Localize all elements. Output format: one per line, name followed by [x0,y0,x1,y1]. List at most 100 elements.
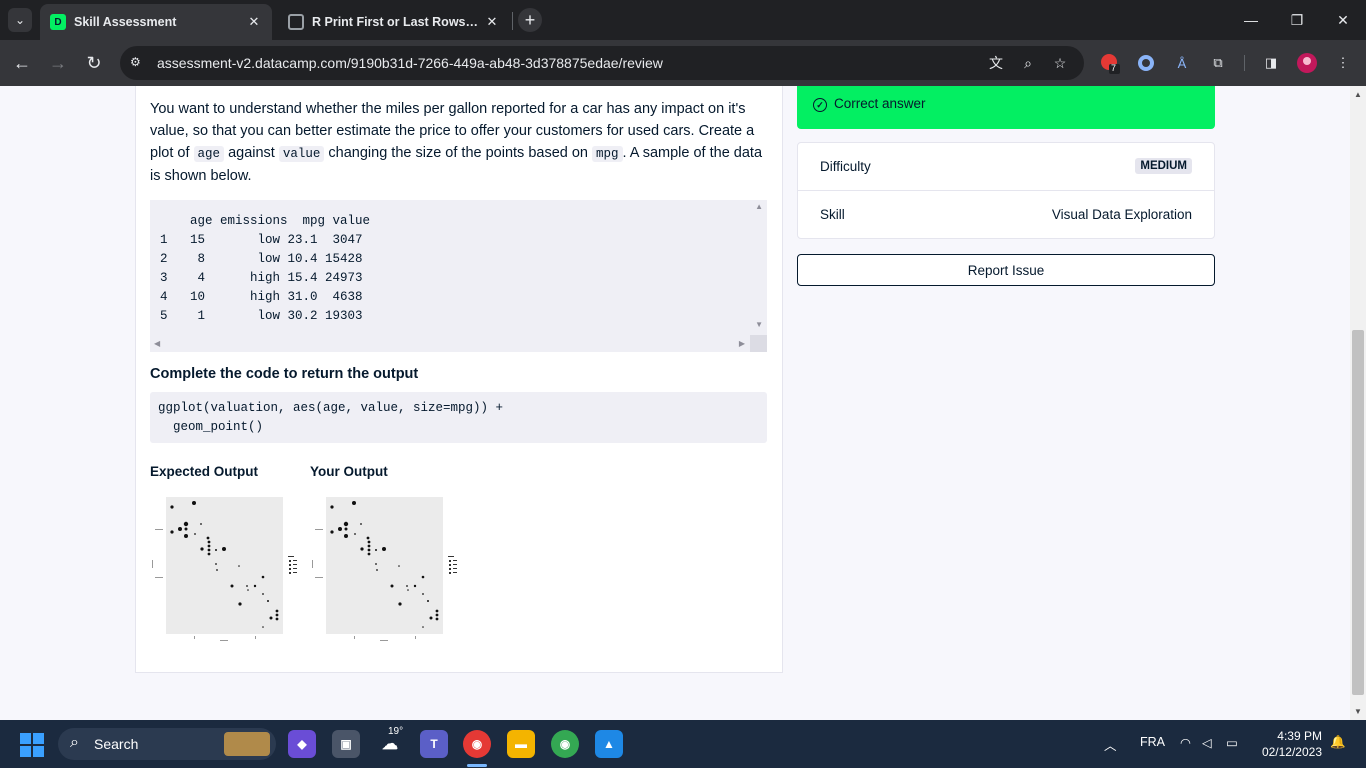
battery-icon[interactable]: ▭ [1226,735,1238,750]
code-value: value [278,146,325,162]
skill-row: Skill Visual Data Exploration [798,191,1214,239]
photos-app-icon[interactable]: ▲ [595,730,623,758]
code-mpg: mpg [592,146,623,162]
table-row: 2 8 low 10.4 15428 [160,252,363,266]
windows-taskbar: ⌕ Search ◆ ▣ ☁ 19° T ◉ ▬ ◉ ▲ ︿ FRA ◠ ◁ ▭… [0,720,1366,768]
browser-toolbar: ← → ↻ ⚙ assessment-v2.datacamp.com/9190b… [0,40,1366,86]
forward-arrow-icon[interactable]: → [45,50,71,76]
scroll-down-arrow-icon[interactable]: ▼ [1354,707,1362,716]
bookmark-star-icon[interactable]: ☆ [1050,53,1070,73]
tab-title: Skill Assessment [74,15,177,29]
expected-output-label: Expected Output [150,464,259,479]
clock-date: 02/12/2023 [1261,745,1322,759]
skill-value: Visual Data Exploration [1051,207,1192,222]
tab-separator [512,12,513,30]
language-indicator[interactable]: FRA [1140,735,1165,749]
teams-app-icon[interactable]: T [420,730,448,758]
scroll-up-arrow-icon[interactable]: ▲ [1354,90,1362,99]
profile-avatar-icon[interactable] [1296,52,1318,74]
translate-extension-icon[interactable]: Å [1171,52,1193,74]
question-text: You want to understand whether the miles… [150,98,770,187]
back-arrow-icon[interactable]: ← [9,50,35,76]
notification-bell-icon[interactable]: 🔔 [1330,735,1346,750]
code-line: geom_point() [158,420,264,434]
page-viewport: You want to understand whether the miles… [0,86,1350,720]
scroll-right-arrow-icon[interactable]: ▶ [739,339,745,348]
translate-icon[interactable]: 文 [986,53,1006,73]
task-title: Complete the code to return the output [150,366,419,382]
code-text: ggplot(valuation, aes(age, value, size=m… [158,399,503,437]
skill-label: Skill [820,207,845,222]
wifi-icon[interactable]: ◠ [1180,735,1191,750]
new-tab-button[interactable]: + [518,8,542,32]
weather-temp: 19° [388,726,404,737]
active-app-indicator [467,764,487,767]
code-line: ggplot(valuation, aes(age, value, size=m… [158,401,504,415]
your-output-plot [312,497,457,641]
search-icon: ⌕ [70,734,79,751]
tab-r-print[interactable]: R Print First or Last Rows of Da ✕ [278,4,510,40]
datacamp-favicon-icon: D [50,14,66,30]
correct-answer-banner: ✓ Correct answer [797,86,1215,129]
data-table: age emissions mpg value 1 15 low 23.1 304… [160,212,370,326]
close-tab-icon[interactable]: ✕ [246,14,262,30]
extension-count: 7 [1111,63,1117,73]
task-view-icon[interactable]: ▣ [332,730,360,758]
check-circle-icon: ✓ [813,98,827,112]
your-output-label: Your Output [310,464,388,479]
table-row: 3 4 high 15.4 24973 [160,271,363,285]
tray-overflow-icon[interactable]: ︿ [1104,735,1117,754]
address-bar[interactable]: ⚙ assessment-v2.datacamp.com/9190b31d-72… [120,46,1084,80]
reload-icon[interactable]: ↻ [81,50,107,76]
file-explorer-icon[interactable]: ▬ [507,730,535,758]
scroll-down-arrow-icon[interactable]: ▼ [755,320,763,329]
extensions-puzzle-icon[interactable]: ⧉ [1207,52,1229,74]
lens-extension-icon[interactable] [1135,52,1157,74]
windows-start-icon[interactable] [20,733,44,757]
result-status: Correct answer [834,96,926,111]
tab-title: R Print First or Last Rows of Da [312,15,478,29]
question-part: against [228,145,275,161]
difficulty-label: Difficulty [820,159,871,174]
scroll-up-arrow-icon[interactable]: ▲ [755,202,763,211]
system-clock[interactable]: 4:39 PM 02/12/2023 [1262,728,1322,760]
window-close-icon[interactable]: ✕ [1320,0,1366,40]
clock-time: 4:39 PM [1277,729,1322,743]
page-scrollbar[interactable]: ▲ ▼ [1350,86,1366,720]
toolbar-separator [1244,55,1245,71]
table-row: 4 10 high 31.0 4638 [160,290,363,304]
report-issue-button[interactable]: Report Issue [797,254,1215,286]
code-editor[interactable]: ggplot(valuation, aes(age, value, size=m… [150,392,767,443]
code-age: age [193,146,225,162]
site-favicon-icon [288,14,304,30]
scroll-left-arrow-icon[interactable]: ◀ [154,339,160,348]
table-header: age emissions mpg value [160,214,371,228]
volume-icon[interactable]: ◁ [1202,735,1212,750]
data-sample-box[interactable]: age emissions mpg value 1 15 low 23.1 304… [150,200,767,352]
difficulty-badge: MEDIUM [1135,158,1192,174]
zoom-icon[interactable]: ⌕ [1018,53,1038,73]
tab-search-button[interactable]: ⌄ [8,8,32,32]
search-highlight-image [224,732,270,756]
browser-tabstrip: ⌄ D Skill Assessment ✕ R Print First or … [0,0,1366,40]
url-text[interactable]: assessment-v2.datacamp.com/9190b31d-7266… [157,55,663,71]
tab-skill-assessment[interactable]: D Skill Assessment ✕ [40,4,272,40]
taskbar-search[interactable]: ⌕ Search [58,728,276,760]
question-meta-card: Difficulty MEDIUM Skill Visual Data Expl… [797,142,1215,239]
side-panel-icon[interactable]: ◨ [1260,52,1282,74]
scroll-corner [750,335,767,352]
scrollbar-thumb[interactable] [1352,330,1364,695]
close-tab-icon[interactable]: ✕ [484,14,500,30]
chrome-app-icon[interactable]: ◉ [463,730,491,758]
search-placeholder: Search [94,736,139,752]
question-part: changing the size of the points based on [328,145,588,161]
minimize-icon[interactable]: — [1228,0,1274,40]
chrome-profile-app-icon[interactable]: ◉ [551,730,579,758]
table-row: 1 15 low 23.1 3047 [160,233,363,247]
extension-badge-icon[interactable]: 7 [1099,52,1121,74]
copilot-app-icon[interactable]: ◆ [288,730,316,758]
browser-menu-icon[interactable]: ⋮ [1332,52,1354,74]
difficulty-row: Difficulty MEDIUM [798,143,1214,191]
site-info-icon[interactable]: ⚙ [130,55,146,71]
restore-icon[interactable]: ❐ [1274,0,1320,40]
